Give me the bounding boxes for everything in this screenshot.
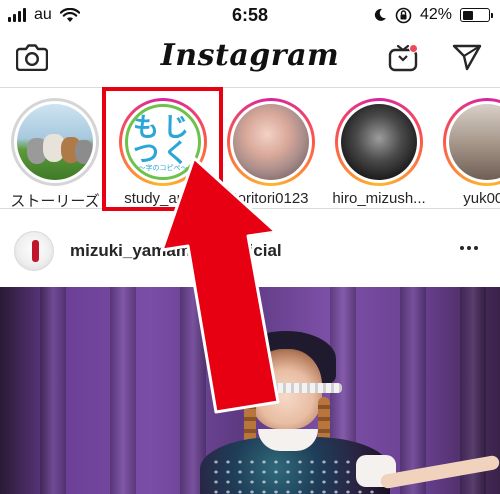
status-right: 42%	[373, 6, 493, 24]
story-hiro[interactable]: hiro_mizush...	[324, 94, 434, 207]
story-avatar-portrait-woman-sepia	[449, 104, 500, 180]
highlight-box	[102, 87, 223, 211]
story-ring	[11, 98, 99, 186]
story-label: yuk00s	[463, 190, 500, 207]
app-header: Instagram	[0, 30, 500, 82]
story-ring	[227, 98, 315, 186]
instagram-logo: Instagram	[160, 38, 340, 73]
post-header: mizuki_yamamoto_official	[0, 222, 500, 282]
stories-tray[interactable]: ストーリーズ もじ つく 〜字のコピペ〜 study_app_ toritori…	[0, 87, 500, 209]
post-photo[interactable]	[0, 287, 500, 494]
story-label: ストーリーズ	[10, 193, 100, 209]
status-bar: au 6:58 42%	[0, 0, 500, 30]
orientation-lock-icon	[395, 7, 412, 23]
story-avatar-kittens	[17, 104, 93, 180]
moon-icon	[374, 8, 386, 21]
story-label: toritori0123	[233, 190, 309, 207]
direct-message-button[interactable]	[448, 38, 486, 76]
notification-dot	[409, 44, 418, 53]
battery-level	[462, 10, 473, 20]
story-ring	[335, 98, 423, 186]
story-avatar-portrait-man	[341, 104, 417, 180]
story-avatar-portrait-woman	[233, 104, 309, 180]
post-author-avatar[interactable]	[14, 231, 54, 271]
story-toritori[interactable]: toritori0123	[216, 94, 326, 207]
story-own[interactable]: ストーリーズ	[0, 94, 110, 208]
story-label: hiro_mizush...	[332, 190, 426, 207]
battery-percent: 42%	[419, 6, 452, 23]
photo-bonnet-lace	[230, 383, 342, 393]
battery-icon	[460, 8, 493, 22]
direct-message-icon	[452, 44, 482, 71]
story-yuk[interactable]: yuk00s	[432, 94, 500, 207]
post-author-username[interactable]: mizuki_yamamoto_official	[70, 241, 282, 261]
more-options-button[interactable]	[454, 236, 484, 260]
story-ring	[443, 98, 500, 186]
igtv-button[interactable]	[384, 38, 422, 76]
more-horizontal-icon	[460, 246, 464, 250]
